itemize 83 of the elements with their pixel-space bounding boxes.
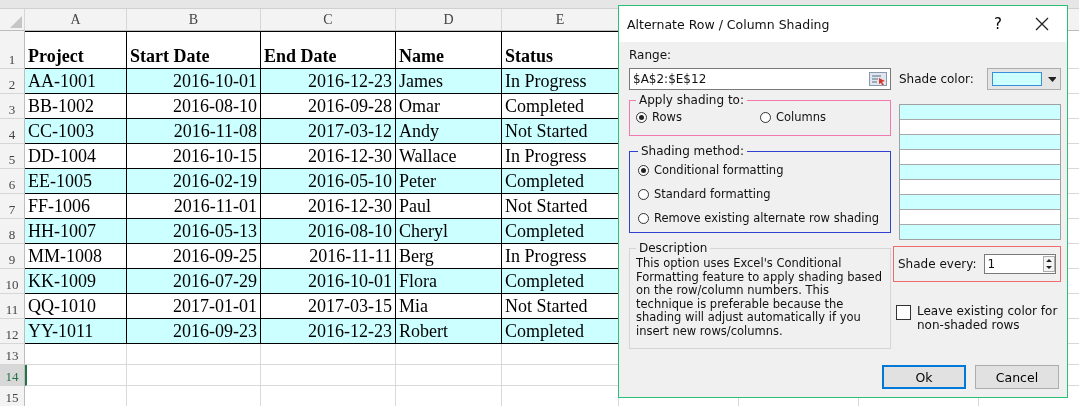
table-cell: 2016-05-10 [261, 169, 396, 194]
table-cell: 2016-08-10 [261, 219, 396, 244]
table-cell: 2016-12-23 [261, 319, 396, 344]
table-cell: In Progress [502, 69, 619, 94]
help-button[interactable]: ? [983, 9, 1013, 39]
group-legend: Apply shading to: [636, 93, 747, 107]
table-cell: 2016-07-29 [127, 269, 261, 294]
table-cell: 2017-03-12 [261, 119, 396, 144]
column-header[interactable]: A [25, 9, 127, 31]
row-header[interactable]: 3 [0, 94, 25, 119]
column-header[interactable]: E [502, 9, 619, 31]
table-cell: Andy [396, 119, 502, 144]
table-cell: Cheryl [396, 219, 502, 244]
table-cell: YY-1011 [25, 319, 127, 344]
table-cell: 2016-09-23 [127, 319, 261, 344]
table-cell: 2016-05-13 [127, 219, 261, 244]
empty-cell[interactable] [396, 365, 502, 386]
row-header[interactable]: 1 [0, 31, 25, 69]
empty-cell[interactable] [127, 344, 261, 365]
window-title: Alternate Row / Column Shading [627, 16, 831, 32]
empty-cell[interactable] [396, 344, 502, 365]
range-picker-icon[interactable] [869, 72, 887, 86]
row-header[interactable]: 12 [0, 319, 25, 344]
radio-option[interactable]: Conditional formatting [638, 158, 886, 182]
table-cell: Robert [396, 319, 502, 344]
row-header[interactable]: 11 [0, 294, 25, 319]
table-cell: 2016-12-23 [261, 69, 396, 94]
shade-color-label: Shade color: [899, 72, 974, 86]
radio-option[interactable]: Remove existing alternate row shading [638, 206, 886, 230]
row-header[interactable]: 2 [0, 69, 25, 94]
table-cell: EE-1005 [25, 169, 127, 194]
radio-option[interactable]: Standard formatting [638, 182, 886, 206]
shade-every-spinner[interactable]: 1 [984, 254, 1057, 274]
dialog-button[interactable]: Cancel [975, 365, 1059, 389]
row-header[interactable]: 9 [0, 244, 25, 269]
table-cell: Not Started [502, 119, 619, 144]
table-cell: Completed [502, 169, 619, 194]
row-header[interactable]: 15 [0, 386, 25, 406]
table-cell: Peter [396, 169, 502, 194]
table-cell: 2016-10-01 [127, 69, 261, 94]
close-icon [1035, 17, 1049, 31]
radio-option[interactable]: Rows [636, 107, 760, 127]
row-header[interactable]: 13 [0, 344, 25, 365]
column-header[interactable]: D [396, 9, 502, 31]
range-value: $A$2:$E$12 [633, 72, 708, 86]
row-header[interactable]: 14 [0, 365, 25, 386]
table-cell: AA-1001 [25, 69, 127, 94]
column-header[interactable]: C [261, 9, 396, 31]
checkbox-option[interactable]: Leave existing color for non-shaded rows [896, 304, 1062, 332]
table-cell: 2016-02-19 [127, 169, 261, 194]
row-header[interactable]: 10 [0, 269, 25, 294]
table-cell: 2016-10-01 [261, 269, 396, 294]
empty-cell[interactable] [127, 365, 261, 386]
caret-icon [1047, 76, 1057, 82]
spinner-value: 1 [987, 257, 997, 271]
select-all-icon[interactable] [10, 16, 22, 28]
table-cell: 2016-11-08 [127, 119, 261, 144]
row-header[interactable]: 7 [0, 194, 25, 219]
column-header[interactable]: B [127, 9, 261, 31]
table-cell: Flora [396, 269, 502, 294]
table-cell: James [396, 69, 502, 94]
spinner-arrows-icon[interactable] [1043, 256, 1056, 272]
empty-cell[interactable] [261, 365, 396, 386]
group-legend: Description [636, 241, 711, 255]
table-cell: KK-1009 [25, 269, 127, 294]
table-cell: CC-1003 [25, 119, 127, 144]
dialog-button[interactable]: Ok [882, 365, 966, 389]
table-cell: Completed [502, 269, 619, 294]
table-cell: Completed [502, 219, 619, 244]
table-cell: HH-1007 [25, 219, 127, 244]
description-text: This option uses Excel's Conditional Formatting feature to apply shading based on the row/column numbers. This technique is preferable because the shading will adjust automatically if you insert new rows/columns. [636, 257, 883, 338]
row-header[interactable]: 5 [0, 144, 25, 169]
row-header[interactable]: 4 [0, 119, 25, 144]
row-header[interactable]: 6 [0, 169, 25, 194]
table-cell: Completed [502, 319, 619, 344]
color-dropdown[interactable] [987, 68, 1062, 90]
radio-option[interactable]: Columns [760, 107, 884, 127]
row-header[interactable]: 8 [0, 219, 25, 244]
range-label: Range: [629, 48, 673, 62]
group-legend: Shading method: [638, 144, 747, 158]
range-field[interactable]: $A$2:$E$12 [629, 68, 891, 90]
shade-every-label: Shade every: [898, 257, 977, 271]
empty-cell[interactable] [261, 344, 396, 365]
